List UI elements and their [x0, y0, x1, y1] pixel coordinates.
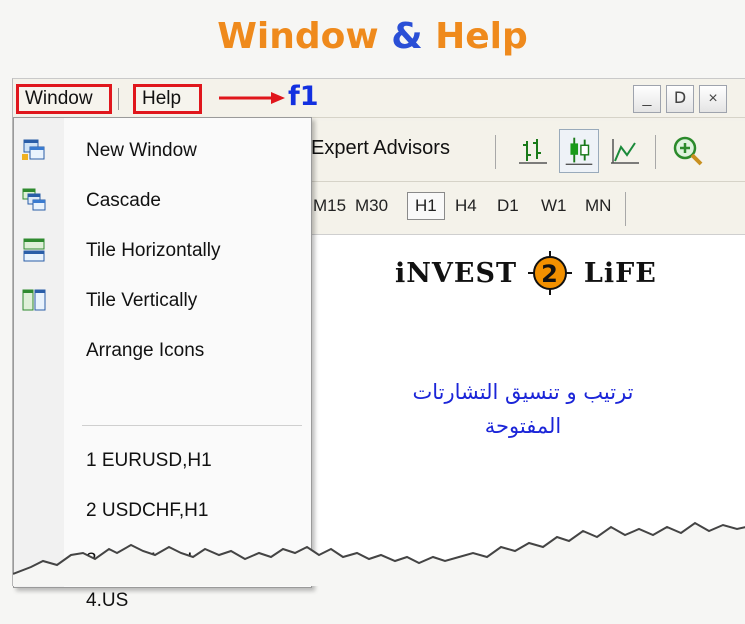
torn-edge-decoration — [13, 521, 745, 586]
page-title: Window & Help — [0, 6, 745, 68]
title-ampersand: & — [391, 16, 423, 57]
menu-item-chart-partial[interactable]: 4.US — [14, 580, 311, 624]
terminal-screenshot: Window Help f1 _ ᗞ × Expert Advisors M15… — [12, 78, 745, 611]
title-help: Help — [435, 16, 528, 57]
title-window: Window — [217, 16, 379, 57]
menu-item-label: 4.US — [86, 590, 129, 611]
